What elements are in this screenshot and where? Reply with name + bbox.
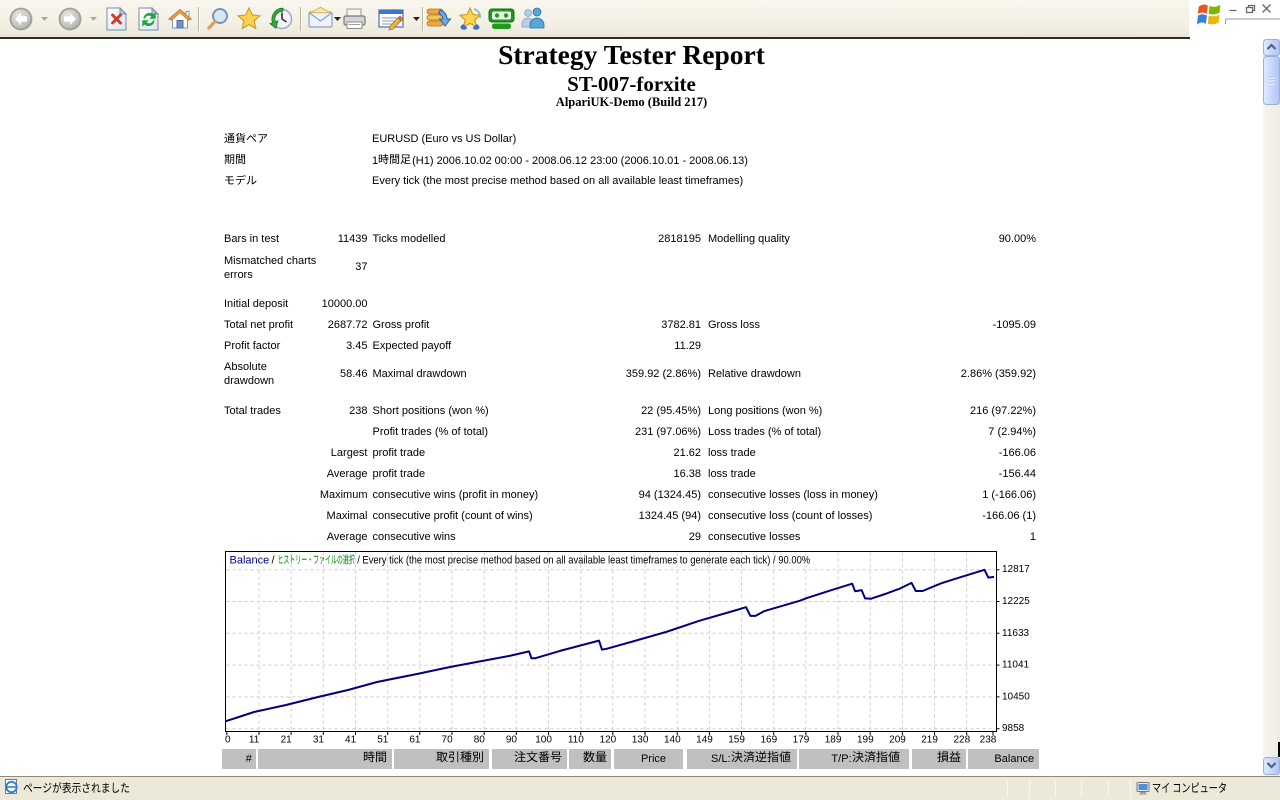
svg-text:90: 90 bbox=[506, 735, 518, 746]
svg-text:209: 209 bbox=[889, 735, 906, 746]
svg-text:11041: 11041 bbox=[1002, 660, 1030, 671]
svg-text:11633: 11633 bbox=[1002, 628, 1030, 639]
svg-text:21: 21 bbox=[281, 735, 293, 746]
svg-text:238: 238 bbox=[980, 735, 997, 746]
svg-text:70: 70 bbox=[442, 735, 454, 746]
svg-text:140: 140 bbox=[664, 735, 681, 746]
svg-text:9858: 9858 bbox=[1002, 723, 1025, 734]
svg-text:10450: 10450 bbox=[1002, 691, 1030, 702]
svg-text:219: 219 bbox=[921, 735, 938, 746]
svg-text:0: 0 bbox=[225, 735, 231, 746]
svg-text:61: 61 bbox=[409, 735, 421, 746]
svg-text:12225: 12225 bbox=[1002, 596, 1030, 607]
svg-text:12817: 12817 bbox=[1002, 564, 1030, 575]
svg-text:51: 51 bbox=[377, 735, 389, 746]
svg-text:199: 199 bbox=[857, 735, 874, 746]
svg-text:100: 100 bbox=[535, 735, 552, 746]
svg-text:149: 149 bbox=[696, 735, 713, 746]
svg-text:169: 169 bbox=[760, 735, 777, 746]
svg-text:31: 31 bbox=[313, 735, 325, 746]
svg-text:228: 228 bbox=[953, 735, 970, 746]
svg-text:120: 120 bbox=[600, 735, 617, 746]
svg-text:/ Every tick (the most precise: / Every tick (the most precise method ba… bbox=[357, 555, 810, 567]
svg-text:179: 179 bbox=[793, 735, 810, 746]
svg-text:Balance: Balance bbox=[230, 555, 270, 567]
svg-text:80: 80 bbox=[474, 735, 486, 746]
svg-text:159: 159 bbox=[728, 735, 745, 746]
svg-text:130: 130 bbox=[632, 735, 649, 746]
svg-text:110: 110 bbox=[568, 735, 584, 746]
svg-text:189: 189 bbox=[825, 735, 842, 746]
svg-text:11: 11 bbox=[249, 735, 260, 746]
svg-text:41: 41 bbox=[345, 735, 357, 746]
